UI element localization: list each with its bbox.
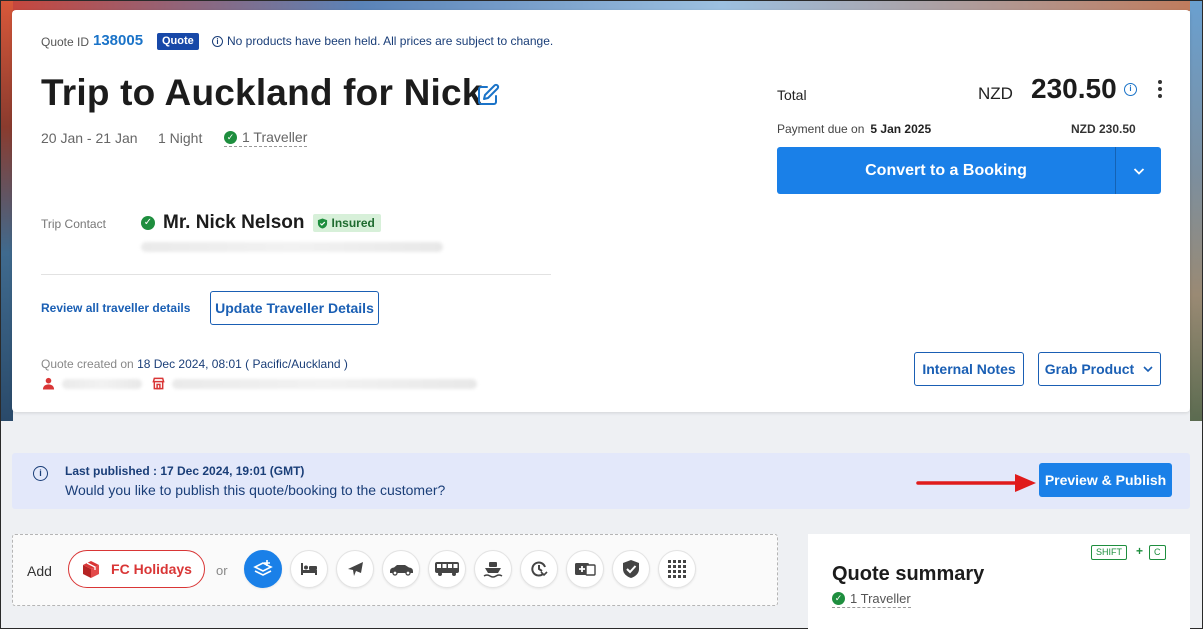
grab-product-label: Grab Product <box>1044 361 1135 377</box>
add-products-panel: Add FC Holidays or <box>12 534 778 606</box>
flight-icon <box>348 562 363 576</box>
trip-contact-label: Trip Contact <box>41 217 106 231</box>
internal-notes-button[interactable]: Internal Notes <box>914 352 1024 386</box>
created-timezone: ( Pacific/Auckland ) <box>245 357 348 371</box>
insured-text: Insured <box>331 216 375 230</box>
shortcut-key-c: C <box>1149 545 1166 560</box>
check-circle-icon: ✓ <box>141 216 155 230</box>
ferry-icon <box>483 562 503 578</box>
update-traveller-details-button[interactable]: Update Traveller Details <box>210 291 379 325</box>
trip-nights: 1 Night <box>158 130 203 146</box>
add-package-button[interactable] <box>244 550 282 588</box>
trip-contact: ✓ Mr. Nick Nelson Insured <box>141 212 381 234</box>
traveller-count[interactable]: ✓ 1 Traveller <box>224 129 308 147</box>
contact-details-redacted <box>141 242 443 252</box>
add-more-button[interactable] <box>658 550 696 588</box>
quote-created-info: Quote created on 18 Dec 2024, 08:01 ( Pa… <box>41 357 348 371</box>
add-ferry-button[interactable] <box>474 550 512 588</box>
add-insurance-button[interactable] <box>612 550 650 588</box>
edit-icon[interactable] <box>476 83 500 107</box>
store-icon <box>152 377 165 390</box>
payment-due: Payment due on 5 Jan 2025 <box>777 122 931 136</box>
add-flight-button[interactable] <box>336 550 374 588</box>
preview-publish-button[interactable]: Preview & Publish <box>1039 463 1172 497</box>
add-transfer-button[interactable] <box>520 550 558 588</box>
fc-holidays-label: FC Holidays <box>111 561 192 577</box>
insurance-shield-icon <box>623 560 639 578</box>
add-bus-button[interactable] <box>428 550 466 588</box>
payment-due-amount: NZD 230.50 <box>1071 122 1136 136</box>
chevron-down-icon <box>1133 167 1144 175</box>
hold-notice: i No products have been held. All prices… <box>212 34 553 48</box>
payment-due-date: 5 Jan 2025 <box>870 122 932 136</box>
quote-header-card: Quote ID 138005 Quote i No products have… <box>12 10 1190 412</box>
summary-traveller-text: 1 Traveller <box>850 591 911 606</box>
traveller-count-text: 1 Traveller <box>242 129 308 145</box>
publish-banner: i Last published : 17 Dec 2024, 19:01 (G… <box>12 453 1190 509</box>
total-label: Total <box>777 87 807 103</box>
chevron-down-icon <box>1143 366 1153 373</box>
quote-id-label: Quote ID <box>41 35 90 49</box>
quote-summary-card: SHIFT + C Quote summary ✓ 1 Traveller <box>808 534 1190 629</box>
gift-box-icon <box>83 561 100 578</box>
quote-id-value[interactable]: 138005 <box>93 32 143 49</box>
price-info-icon[interactable]: i <box>1124 83 1137 96</box>
annotation-arrow-icon <box>916 474 1036 492</box>
convert-to-booking-button[interactable]: Convert to a Booking <box>777 147 1115 194</box>
publish-question: Would you like to publish this quote/boo… <box>65 482 446 498</box>
divider <box>41 274 551 275</box>
add-car-button[interactable] <box>382 550 420 588</box>
shield-check-icon <box>317 217 327 229</box>
trip-dates: 20 Jan - 21 Jan <box>41 130 138 146</box>
package-icon <box>253 560 273 576</box>
consultant-name-redacted <box>62 379 142 389</box>
trip-title: Trip to Auckland for Nick <box>41 72 483 113</box>
contact-name: Mr. Nick Nelson <box>163 212 305 233</box>
total-currency: NZD <box>978 84 1013 103</box>
quote-summary-title: Quote summary <box>832 563 985 585</box>
check-circle-icon: ✓ <box>224 130 237 144</box>
add-label: Add <box>27 563 52 579</box>
convert-to-booking-button-group: Convert to a Booking <box>777 147 1161 194</box>
payment-due-label: Payment due on <box>777 122 865 136</box>
more-grid-icon <box>668 560 686 578</box>
insured-badge: Insured <box>312 214 381 232</box>
created-datetime: 18 Dec 2024, 08:01 <box>137 357 242 371</box>
shortcut-plus: + <box>1136 544 1144 558</box>
transfer-icon <box>531 561 548 577</box>
created-prefix: Quote created on <box>41 357 134 371</box>
check-circle-icon: ✓ <box>832 592 845 605</box>
summary-traveller-count[interactable]: ✓ 1 Traveller <box>832 591 911 608</box>
car-icon <box>390 565 413 576</box>
add-activity-button[interactable] <box>566 550 604 588</box>
info-icon: i <box>212 35 223 47</box>
bus-icon <box>435 562 459 576</box>
more-options-icon[interactable] <box>1157 80 1163 98</box>
fc-holidays-button[interactable]: FC Holidays <box>68 550 205 588</box>
activity-ticket-icon <box>575 563 596 576</box>
convert-options-dropdown[interactable] <box>1115 147 1161 194</box>
user-icon <box>42 377 55 390</box>
grab-product-button[interactable]: Grab Product <box>1038 352 1161 386</box>
total-value: 230.50 <box>1031 73 1117 104</box>
shortcut-key-shift: SHIFT <box>1091 545 1127 560</box>
store-details-redacted <box>172 379 477 389</box>
or-label: or <box>216 563 228 578</box>
quote-type-badge: Quote <box>157 33 199 50</box>
background-image-right <box>1190 1 1202 421</box>
info-icon: i <box>33 466 48 481</box>
add-hotel-button[interactable] <box>290 550 328 588</box>
hotel-icon <box>301 563 317 575</box>
review-traveller-details-link[interactable]: Review all traveller details <box>41 301 190 315</box>
hold-notice-text: No products have been held. All prices a… <box>227 34 554 48</box>
last-published-text: Last published : 17 Dec 2024, 19:01 (GMT… <box>65 464 305 478</box>
